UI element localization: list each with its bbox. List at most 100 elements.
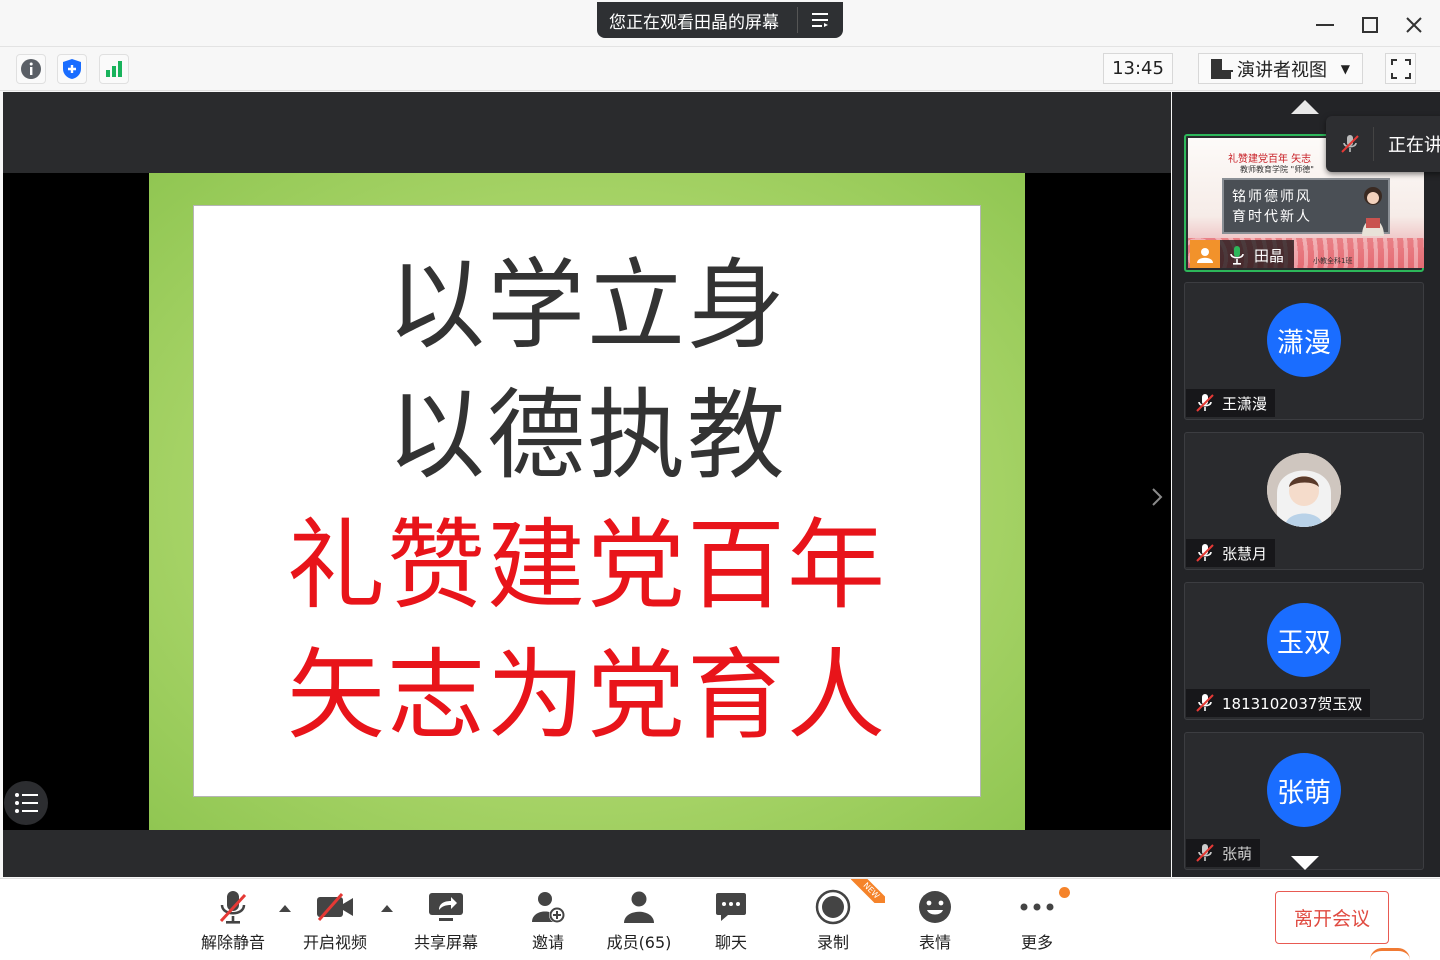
network-signal-icon[interactable]	[99, 54, 129, 84]
mic-muted-icon	[1196, 544, 1214, 562]
record-button[interactable]: 录制	[812, 887, 854, 953]
profile-photo-image	[1267, 453, 1341, 527]
mic-muted-icon	[1196, 694, 1214, 712]
invite-label: 邀请	[531, 933, 564, 952]
scroll-down-icon[interactable]	[1291, 856, 1319, 870]
audio-options-arrow[interactable]	[279, 905, 291, 912]
mic-muted-icon	[1196, 394, 1214, 412]
chat-icon	[711, 887, 751, 927]
video-options-arrow[interactable]	[381, 905, 393, 912]
participant-nametag: 1813102037贺玉双	[1186, 689, 1371, 717]
scroll-up-icon[interactable]	[1291, 100, 1319, 114]
unmute-button[interactable]: 解除静音	[198, 887, 268, 953]
slide-line-4: 矢志为党育人	[286, 639, 887, 753]
list-menu-icon[interactable]	[798, 12, 843, 28]
list-toggle-button[interactable]	[4, 781, 48, 825]
speaker-view-icon	[1211, 58, 1233, 79]
info-icon[interactable]	[16, 54, 46, 84]
blackboard-image: 铭师德师风 育时代新人	[1222, 178, 1390, 236]
meeting-timer: 13:45	[1103, 53, 1173, 84]
presentation-slide: 以学立身 以德执教 礼赞建党百年 矢志为党育人	[149, 173, 1025, 830]
emoji-label: 表情	[918, 933, 951, 952]
shared-screen-stage: 以学立身 以德执教 礼赞建党百年 矢志为党育人	[3, 92, 1171, 877]
speaking-label: 正在讲	[1388, 135, 1440, 156]
more-dots-icon	[1017, 887, 1057, 927]
view-mode-label: 演讲者视图	[1237, 59, 1327, 81]
emoji-button[interactable]: 表情	[914, 887, 956, 953]
notification-dot	[1059, 887, 1070, 898]
fullscreen-icon	[1390, 58, 1411, 79]
new-badge: NEW	[851, 879, 885, 903]
share-status-text: 您正在观看田晶的屏幕	[609, 12, 779, 33]
share-screen-icon	[426, 887, 466, 927]
screen-share-indicator: 您正在观看田晶的屏幕	[597, 2, 843, 38]
active-speaker-nametag: 田晶	[1190, 240, 1295, 268]
chevron-down-icon: ▼	[1340, 61, 1350, 76]
participant-name: 1813102037贺玉双	[1222, 694, 1363, 713]
list-icon	[15, 793, 38, 813]
start-video-label: 开启视频	[302, 933, 367, 952]
leave-meeting-button[interactable]: 离开会议	[1275, 891, 1389, 944]
maximize-button[interactable]	[1355, 10, 1385, 40]
avatar: 潇漫	[1267, 303, 1341, 377]
participant-tile[interactable]: 张萌 张萌	[1184, 732, 1424, 870]
thumb-footer: 小教全科1班	[1313, 257, 1353, 265]
board-line-2: 育时代新人	[1232, 209, 1312, 225]
participant-tile[interactable]: 潇漫 王潇漫	[1184, 282, 1424, 420]
slide-line-3: 礼赞建党百年	[286, 509, 887, 623]
meeting-window: 您正在观看田晶的屏幕 13:45 演讲者视图 ▼ 以学立身 以德执教 礼赞建党百…	[0, 0, 1440, 960]
mic-active-icon	[1230, 246, 1244, 265]
invite-button[interactable]: 邀请	[528, 887, 568, 953]
security-shield-icon[interactable]	[57, 54, 87, 84]
close-button[interactable]	[1399, 10, 1429, 40]
title-bar: 您正在观看田晶的屏幕	[0, 0, 1440, 47]
more-button[interactable]: 更多	[1016, 887, 1058, 953]
orange-corner-accent	[1370, 948, 1410, 960]
thumb-title: 礼赞建党百年 矢志	[1228, 154, 1312, 165]
participant-nametag: 张萌	[1186, 839, 1261, 867]
mic-muted-icon	[1196, 844, 1214, 862]
host-icon	[1190, 240, 1220, 268]
participant-nametag: 王潇漫	[1186, 389, 1276, 417]
avatar	[1267, 453, 1341, 527]
camera-off-icon	[315, 887, 355, 927]
teacher-illustration	[1362, 187, 1384, 236]
record-label: 录制	[816, 933, 849, 952]
meeting-controls: 解除静音 开启视频 共享屏幕 邀请 成员(65) 聊天 录制 NEW 表情 更多…	[0, 878, 1440, 960]
start-video-button[interactable]: 开启视频	[300, 887, 370, 953]
slide-line-1: 以学立身	[386, 249, 787, 363]
participant-name: 田晶	[1254, 246, 1285, 265]
meeting-toolbar: 13:45 演讲者视图 ▼	[0, 48, 1440, 91]
slide-content: 以学立身 以德执教 礼赞建党百年 矢志为党育人	[193, 205, 981, 797]
participant-name: 张萌	[1222, 844, 1253, 863]
emoji-icon	[915, 887, 955, 927]
participant-nametag: 张慧月	[1186, 539, 1276, 567]
members-label: 成员(65)	[606, 933, 672, 952]
unmute-label: 解除静音	[200, 933, 265, 952]
mic-muted-icon	[213, 887, 253, 927]
thumb-subtitle: 教师教育学院 "师德"	[1240, 165, 1314, 174]
members-icon	[619, 887, 659, 927]
chevron-right-icon[interactable]	[1151, 487, 1163, 513]
participant-tile[interactable]: 张慧月	[1184, 432, 1424, 570]
add-user-icon	[528, 887, 568, 927]
board-line-1: 铭师德师风	[1232, 189, 1312, 205]
avatar: 张萌	[1267, 753, 1341, 827]
record-icon	[813, 887, 853, 927]
avatar: 玉双	[1267, 603, 1341, 677]
participant-tile[interactable]: 玉双 1813102037贺玉双	[1184, 582, 1424, 720]
share-screen-label: 共享屏幕	[413, 933, 478, 952]
participant-name: 张慧月	[1222, 544, 1268, 563]
share-screen-button[interactable]: 共享屏幕	[410, 887, 482, 953]
mic-muted-icon	[1326, 127, 1374, 161]
minimize-button[interactable]	[1310, 10, 1340, 40]
fullscreen-button[interactable]	[1385, 53, 1416, 84]
members-button[interactable]: 成员(65)	[604, 887, 674, 953]
chat-label: 聊天	[714, 933, 747, 952]
participant-name: 王潇漫	[1222, 394, 1268, 413]
more-label: 更多	[1020, 933, 1053, 952]
speaking-indicator: 正在讲	[1326, 116, 1440, 172]
chat-button[interactable]: 聊天	[710, 887, 752, 953]
participant-panel: 礼赞建党百年 矢志 教师教育学院 "师德" 铭师德师风 育时代新人 小教全科1班…	[1172, 92, 1440, 877]
view-mode-dropdown[interactable]: 演讲者视图 ▼	[1198, 53, 1363, 84]
